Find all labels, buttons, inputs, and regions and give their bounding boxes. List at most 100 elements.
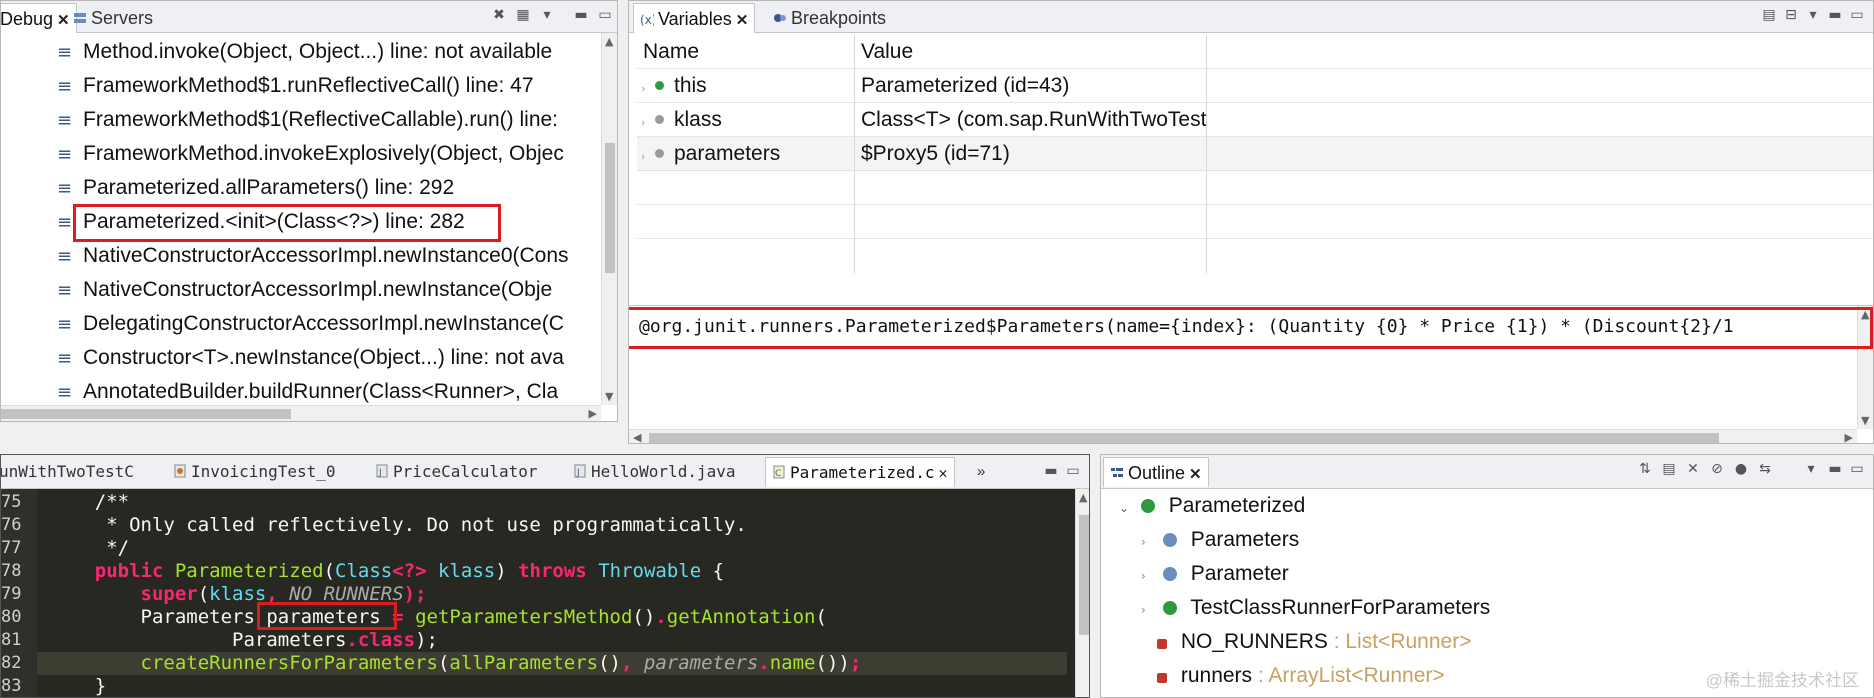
expand-icon[interactable]: › (1141, 559, 1157, 593)
stack-frame[interactable]: ≡ FrameworkMethod$1(ReflectiveCallable).r… (1, 103, 558, 137)
code-token: } (49, 675, 107, 697)
code-line[interactable]: public Parameterized(Class<?> klass) thr… (49, 560, 724, 583)
tab-pricecalculator[interactable]: J PriceCalculator (369, 457, 544, 487)
hide-static-icon[interactable]: ✕ (1685, 461, 1701, 477)
stack-frame[interactable]: ≡ FrameworkMethod$1.runReflectiveCall() l… (1, 69, 534, 103)
expand-icon[interactable]: › (641, 140, 655, 171)
variable-name-cell: › klass (637, 103, 855, 137)
detail-horizontal-scrollbar[interactable]: ◀ ▶ (629, 429, 1857, 443)
outline-item-parameter[interactable]: › Parameter (1141, 557, 1289, 591)
class-icon (1162, 601, 1177, 615)
view-menu-icon[interactable]: ▦ (515, 7, 531, 23)
code-token: /** (49, 491, 130, 513)
column-header-name[interactable]: Name (637, 35, 855, 69)
code-line[interactable]: Parameters.class); (49, 629, 438, 652)
hide-nonpublic-icon[interactable]: ⊘ (1709, 461, 1725, 477)
column-header-value[interactable]: Value (855, 35, 1207, 69)
outline-item-no-runners[interactable]: NO_RUNNERS : List<Runner> (1157, 625, 1471, 659)
outline-item-testclassrunner[interactable]: › TestClassRunnerForParameters (1141, 591, 1490, 625)
vertical-scrollbar[interactable]: ▲ ▼ (601, 33, 617, 405)
tab-label: PriceCalculator (393, 462, 538, 481)
code-line[interactable]: */ (49, 537, 129, 560)
stack-frame[interactable]: ≡ NativeConstructorAccessorImpl.newInstan… (1, 239, 569, 273)
minimize-icon[interactable]: ▬ (1827, 461, 1843, 477)
stack-frame-label: Method.invoke(Object, Object...) line: n… (83, 40, 553, 63)
tab-servers[interactable]: Servers (67, 3, 159, 33)
maximize-icon[interactable]: ▭ (1849, 461, 1865, 477)
code-line[interactable]: /** (49, 491, 129, 514)
collapse-icon[interactable]: ⌄ (1119, 491, 1135, 525)
code-line[interactable]: * Only called reflectively. Do not use p… (49, 514, 747, 537)
hide-fields-icon[interactable]: ▤ (1661, 461, 1677, 477)
scroll-down-icon[interactable]: ▼ (1861, 414, 1869, 427)
table-row[interactable]: › this Parameterized (id=43) (637, 69, 1873, 103)
stack-frame[interactable]: ≡ DelegatingConstructorAccessorImpl.newIn… (1, 307, 564, 341)
table-row[interactable]: › parameters $Proxy5 (id=71) (637, 137, 1873, 171)
scroll-right-icon[interactable]: ▶ (1845, 431, 1853, 443)
tab-parameterized[interactable]: C Parameterized.c ✕ (765, 457, 955, 487)
outline-item-parameterized[interactable]: ⌄ Parameterized (1119, 489, 1305, 523)
tab-debug[interactable]: Debug ✕ (1, 3, 77, 33)
link-editor-icon[interactable]: ⇆ (1757, 461, 1773, 477)
view-menu-icon[interactable]: ▾ (1805, 7, 1821, 23)
horizontal-scrollbar[interactable]: ▶ (1, 405, 601, 421)
code-line[interactable]: createRunnersForParameters(allParameters… (49, 652, 862, 675)
tab-outline[interactable]: Outline ✕ (1103, 457, 1209, 487)
minimize-icon[interactable]: ▬ (573, 7, 589, 23)
tab-runwithtwotestc[interactable]: unWithTwoTestC (1, 457, 140, 487)
scroll-up-icon[interactable]: ▲ (605, 35, 613, 48)
outline-item-parameters[interactable]: › Parameters (1141, 523, 1299, 557)
expand-icon[interactable]: › (641, 72, 655, 103)
highlight-box (257, 602, 397, 630)
scroll-thumb[interactable] (605, 143, 615, 273)
tab-invoicingtest[interactable]: InvoicingTest_0 (167, 457, 342, 487)
code-line[interactable]: } (49, 675, 107, 697)
maximize-icon[interactable]: ▭ (1065, 463, 1081, 479)
tab-variables[interactable]: (x) Variables✕ (633, 3, 756, 36)
outline-item-runners[interactable]: runners : ArrayList<Runner> (1157, 659, 1445, 693)
expand-icon[interactable]: › (641, 106, 655, 137)
variable-name-cell: › this (637, 69, 855, 103)
view-menu-icon[interactable]: ▾ (1803, 461, 1819, 477)
minimize-icon[interactable]: ▬ (1043, 463, 1059, 479)
stack-frame[interactable]: ≡ AnnotatedBuilder.buildRunner(Class<Runn… (1, 375, 558, 409)
scroll-down-icon[interactable]: ▼ (605, 390, 613, 403)
tab-helloworld[interactable]: J HelloWorld.java (567, 457, 742, 487)
annotation-icon (1162, 567, 1177, 581)
show-types-icon[interactable]: ▤ (1761, 7, 1777, 23)
hide-local-types-icon[interactable]: ● (1733, 461, 1749, 477)
scroll-left-icon[interactable]: ◀ (633, 431, 641, 443)
close-icon[interactable]: ✕ (1189, 460, 1202, 490)
close-icon[interactable]: ✕ (736, 6, 749, 36)
close-icon[interactable]: ✕ (939, 458, 948, 488)
stack-frame[interactable]: ≡ Parameterized.allParameters() line: 292 (1, 171, 454, 205)
scroll-thumb[interactable] (649, 433, 1719, 443)
collapse-icon[interactable]: ▾ (539, 7, 555, 23)
scroll-right-icon[interactable]: ▶ (589, 407, 597, 420)
expand-icon[interactable]: › (1141, 525, 1157, 559)
collapse-all-icon[interactable]: ⊟ (1783, 7, 1799, 23)
maximize-icon[interactable]: ▭ (597, 7, 613, 23)
stack-frame-label: Constructor<T>.newInstance(Object...) li… (83, 346, 564, 369)
sort-icon[interactable]: ⇅ (1637, 461, 1653, 477)
minimize-icon[interactable]: ▬ (1827, 7, 1843, 23)
maximize-icon[interactable]: ▭ (1849, 7, 1865, 23)
more-tabs-button[interactable]: » (971, 457, 991, 487)
editor-vertical-scrollbar[interactable]: ▲ (1075, 489, 1089, 697)
stack-frame[interactable]: ≡ NativeConstructorAccessorImpl.newInstan… (1, 273, 552, 307)
stack-frame[interactable]: ≡ Constructor<T>.newInstance(Object...) l… (1, 341, 564, 375)
code-editor[interactable]: 75 76 77 78 79 80 81 82 83 /** * Only called ref… (1, 489, 1089, 697)
tab-breakpoints[interactable]: Breakpoints (767, 3, 892, 33)
table-row[interactable]: › klass Class<T> (com.sap.RunWithTwoTestC… (637, 103, 1873, 137)
stack-frame[interactable]: ≡ FrameworkMethod.invokeExplosively(Objec… (1, 137, 564, 171)
debug-view: Debug ✕ Servers ✖ ▦ ▾ ▬ ▭ ≡ Method.invoke(… (0, 0, 618, 422)
scroll-up-icon[interactable]: ▲ (1079, 491, 1087, 504)
stack-frame[interactable]: ≡ Method.invoke(Object, Object...) line: … (1, 35, 552, 69)
code-line[interactable]: Parameters parameters = getParametersMet… (49, 606, 827, 629)
scroll-thumb[interactable] (1079, 515, 1089, 635)
outline-item-label: Parameterized (1168, 494, 1306, 517)
remove-terminated-icon[interactable]: ✖ (491, 7, 507, 23)
scroll-thumb[interactable] (1, 409, 291, 419)
expand-icon[interactable]: › (1141, 593, 1157, 627)
svg-text:C: C (775, 469, 781, 479)
